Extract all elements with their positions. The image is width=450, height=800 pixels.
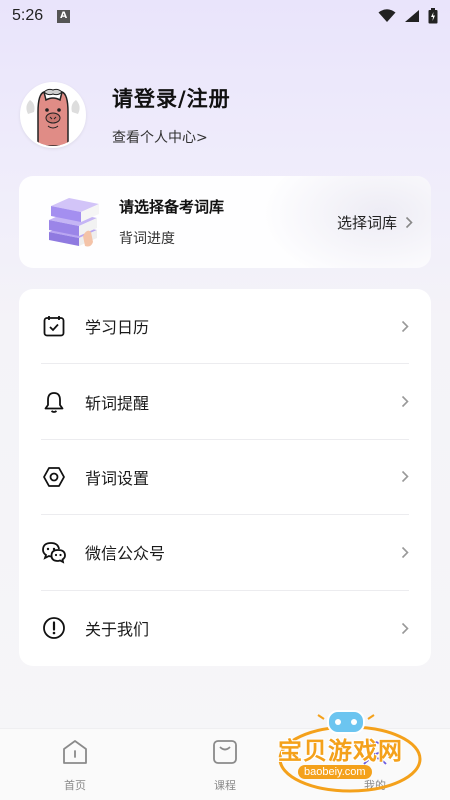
alpaca-avatar-icon <box>26 88 80 146</box>
vocab-book-card[interactable]: 请选择备考词库 背词进度 选择词库 <box>19 176 431 268</box>
profile-header[interactable]: 请登录/注册 查看个人中心> <box>20 82 231 148</box>
bell-icon <box>41 389 67 415</box>
watermark: 宝贝游戏网 baobeiy.com <box>270 705 430 797</box>
wifi-icon <box>378 9 396 23</box>
tab-label: 课程 <box>214 779 236 792</box>
menu-item-word-settings[interactable]: 背词设置 <box>41 440 409 516</box>
menu-item-about-us[interactable]: 关于我们 <box>41 591 409 666</box>
menu-item-wechat[interactable]: 微信公众号 <box>41 515 409 591</box>
course-icon <box>210 737 240 771</box>
select-book-button[interactable]: 选择词库 <box>337 212 413 233</box>
signal-icon <box>404 9 420 23</box>
tab-home[interactable]: 首页 <box>0 729 150 800</box>
card-title: 请选择备考词库 <box>119 198 225 216</box>
calendar-icon <box>41 313 67 339</box>
menu-label: 微信公众号 <box>85 544 166 564</box>
chevron-right-icon <box>401 320 409 333</box>
menu-label: 背词设置 <box>85 468 150 488</box>
view-profile-link[interactable]: 查看个人中心> <box>112 127 231 147</box>
battery-icon <box>428 8 438 24</box>
info-icon <box>41 615 67 641</box>
tab-label: 首页 <box>64 779 86 792</box>
settings-hex-icon <box>41 464 67 490</box>
avatar[interactable] <box>20 82 86 148</box>
watermark-url: baobeiy.com <box>298 765 372 779</box>
menu-label: 斩词提醒 <box>85 393 150 413</box>
chevron-right-icon <box>401 395 409 408</box>
watermark-text: 宝贝游戏网 <box>278 737 403 765</box>
status-bar: 5:26 A <box>0 0 450 32</box>
status-icons <box>378 8 438 24</box>
settings-menu: 学习日历 斩词提醒 背词设置 微信公众号 关于我们 <box>19 289 431 666</box>
notification-badge-icon: A <box>57 9 71 23</box>
chevron-right-icon <box>401 546 409 559</box>
menu-item-study-calendar[interactable]: 学习日历 <box>41 289 409 365</box>
select-book-label: 选择词库 <box>336 213 397 232</box>
menu-label: 学习日历 <box>85 318 150 338</box>
card-progress-label: 背词进度 <box>119 231 175 247</box>
login-register-title[interactable]: 请登录/注册 <box>112 83 231 113</box>
chevron-right-icon <box>401 470 409 483</box>
chevron-right-icon <box>405 216 413 229</box>
home-icon <box>60 737 90 771</box>
status-time: 5:26 <box>12 7 44 24</box>
chevron-right-icon <box>401 622 409 635</box>
books-icon <box>43 192 105 252</box>
wechat-icon <box>41 539 67 565</box>
menu-item-reminder[interactable]: 斩词提醒 <box>41 364 409 440</box>
menu-label: 关于我们 <box>85 620 150 640</box>
